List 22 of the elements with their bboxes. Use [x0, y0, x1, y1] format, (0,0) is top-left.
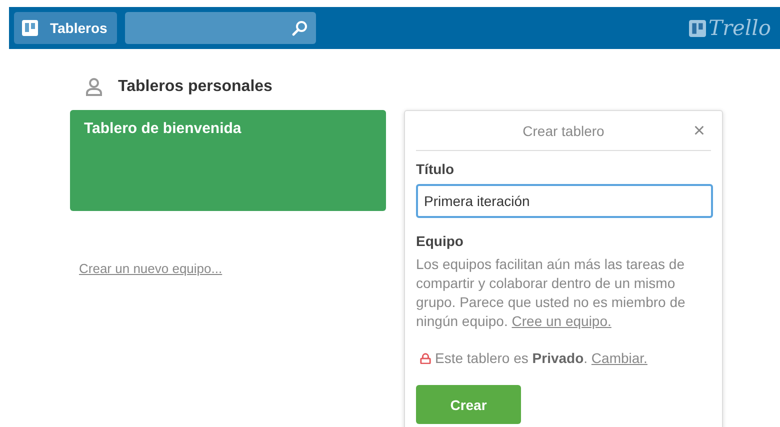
board-tile[interactable]: Tablero de bienvenida	[70, 110, 386, 211]
logo-text[interactable]: Trello	[708, 16, 771, 40]
search-field[interactable]	[125, 12, 316, 44]
field-label: Título	[416, 161, 456, 177]
logo-icon	[689, 20, 706, 36]
create-button[interactable]: Crear	[416, 385, 521, 424]
create-team-link[interactable]: Crear un nuevo equipo...	[79, 261, 222, 276]
board-title: Tablero de bienvenida	[84, 120, 242, 137]
lock-icon	[420, 352, 431, 364]
search-icon	[292, 20, 308, 36]
field-label: Equipo	[416, 233, 464, 249]
create-team-link[interactable]: Cree un equipo.	[512, 313, 612, 329]
close-button[interactable]: ×	[689, 121, 709, 141]
boards-icon	[22, 20, 38, 36]
privacy-text: Este tablero es Privado. Cambiar.	[435, 350, 648, 366]
title-input[interactable]: Primera iteración	[416, 184, 713, 218]
person-icon	[86, 78, 102, 96]
popover-title: Crear tablero	[522, 122, 604, 138]
change-link[interactable]: Cambiar.	[591, 350, 648, 366]
boards-button[interactable]: Tableros	[14, 12, 118, 44]
team-description: Los equipos facilitan aún más las tareas de compartir y colaborar dentro de un mismo grupo. Parece que usted no es miembro de ningún equipo. Cree un equipo.	[416, 255, 686, 331]
section-title: Tableros personales	[118, 78, 272, 96]
